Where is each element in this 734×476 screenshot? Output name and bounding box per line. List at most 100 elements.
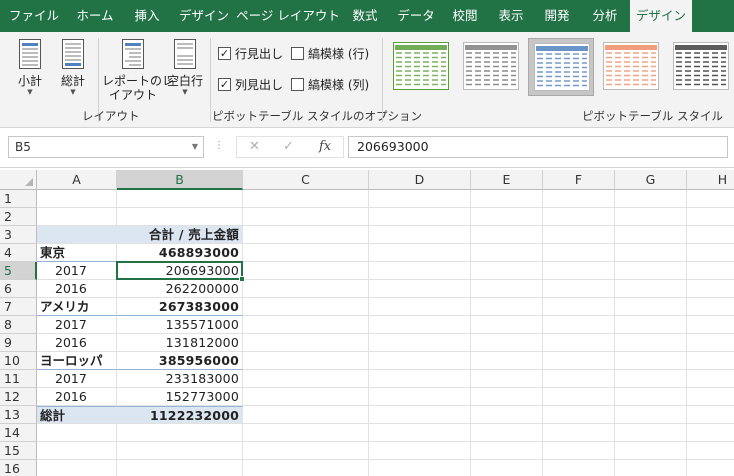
- grid-cell[interactable]: [369, 244, 471, 262]
- enter-icon[interactable]: ✓: [283, 139, 294, 154]
- row-header[interactable]: 6: [0, 280, 37, 298]
- row-header[interactable]: 16: [0, 460, 37, 476]
- grid-cell[interactable]: [687, 334, 734, 352]
- grid-cell[interactable]: [687, 280, 734, 298]
- grid-cell[interactable]: [369, 316, 471, 334]
- row-header[interactable]: 3: [0, 226, 37, 244]
- pivot-header-row-value-cell[interactable]: 合計 / 売上金額: [117, 226, 243, 244]
- tab-developer[interactable]: 開発: [534, 0, 580, 32]
- grid-cell[interactable]: [687, 226, 734, 244]
- grid-cell[interactable]: [369, 406, 471, 424]
- chevron-down-icon[interactable]: ▼: [192, 137, 198, 157]
- grid-cell[interactable]: [687, 442, 734, 460]
- grid-cell[interactable]: [369, 388, 471, 406]
- tab-formulas[interactable]: 数式: [340, 0, 390, 32]
- grid-cell[interactable]: [615, 460, 687, 476]
- grid-cell[interactable]: [243, 298, 369, 316]
- grid-cell[interactable]: [369, 280, 471, 298]
- grid-cell[interactable]: [369, 298, 471, 316]
- pivot-item-row-label-cell[interactable]: 2016: [37, 388, 117, 406]
- row-header[interactable]: 9: [0, 334, 37, 352]
- grid-cell[interactable]: [543, 460, 615, 476]
- pivot-item-row-label-cell[interactable]: 2017: [37, 370, 117, 388]
- grid-cell[interactable]: [471, 460, 543, 476]
- grid-cell[interactable]: [543, 334, 615, 352]
- grid-cell[interactable]: [615, 208, 687, 226]
- grid-cell[interactable]: [369, 208, 471, 226]
- grid-cell[interactable]: [117, 208, 243, 226]
- grid-cell[interactable]: [243, 244, 369, 262]
- grid-cell[interactable]: [243, 334, 369, 352]
- grid-cell[interactable]: [687, 460, 734, 476]
- pivot-group-row-value-cell[interactable]: 267383000: [117, 298, 243, 316]
- grid-cell[interactable]: [243, 388, 369, 406]
- grid-cell[interactable]: [37, 190, 117, 208]
- row-header[interactable]: 4: [0, 244, 37, 262]
- row-headers-checkbox[interactable]: ✓ 行見出し: [218, 45, 283, 62]
- grid-cell[interactable]: [471, 244, 543, 262]
- pivot-item-row-value-cell[interactable]: 135571000: [117, 316, 243, 334]
- banded-columns-checkbox[interactable]: 縞模様 (列): [291, 76, 369, 93]
- grid-cell[interactable]: [687, 190, 734, 208]
- column-header-b[interactable]: B: [117, 170, 243, 190]
- grid-cell[interactable]: [543, 208, 615, 226]
- grid-cell[interactable]: [471, 298, 543, 316]
- grid-cell[interactable]: [471, 442, 543, 460]
- grid-cell[interactable]: [243, 208, 369, 226]
- pivot-group-row-label-cell[interactable]: アメリカ: [37, 298, 117, 316]
- grid-cell[interactable]: [471, 208, 543, 226]
- grid-cell[interactable]: [243, 190, 369, 208]
- banded-rows-checkbox[interactable]: 縞模様 (行): [291, 45, 369, 62]
- row-header[interactable]: 1: [0, 190, 37, 208]
- pivot-grand-total-row-value-cell[interactable]: 1122232000: [117, 406, 243, 424]
- row-header[interactable]: 15: [0, 442, 37, 460]
- pivot-style-swatch[interactable]: [598, 38, 664, 96]
- column-header-d[interactable]: D: [369, 170, 471, 190]
- grid-cell[interactable]: [369, 190, 471, 208]
- grid-cell[interactable]: [615, 280, 687, 298]
- grid-cell[interactable]: [369, 442, 471, 460]
- grid-cell[interactable]: [543, 244, 615, 262]
- grid-cell[interactable]: [243, 226, 369, 244]
- row-header[interactable]: 10: [0, 352, 37, 370]
- column-header-e[interactable]: E: [471, 170, 543, 190]
- grid-cell[interactable]: [117, 442, 243, 460]
- grid-cell[interactable]: [369, 334, 471, 352]
- formula-bar-resize-handle[interactable]: ⋮: [214, 140, 225, 151]
- row-header[interactable]: 14: [0, 424, 37, 442]
- pivot-item-row-label-cell[interactable]: 2017: [37, 316, 117, 334]
- grid-cell[interactable]: [543, 316, 615, 334]
- row-header[interactable]: 11: [0, 370, 37, 388]
- grid-cell[interactable]: [471, 226, 543, 244]
- column-header-c[interactable]: C: [243, 170, 369, 190]
- column-headers-checkbox[interactable]: ✓ 列見出し: [218, 76, 283, 93]
- pivot-item-row-value-cell[interactable]: 233183000: [117, 370, 243, 388]
- tab-insert[interactable]: 挿入: [122, 0, 172, 32]
- pivot-item-row-value-cell[interactable]: 131812000: [117, 334, 243, 352]
- grid-cell[interactable]: [369, 424, 471, 442]
- grid-cell[interactable]: [37, 424, 117, 442]
- tab-pivot-design[interactable]: デザイン: [630, 0, 692, 32]
- grid-cell[interactable]: [687, 262, 734, 280]
- grid-cell[interactable]: [471, 334, 543, 352]
- grid-cell[interactable]: [687, 352, 734, 370]
- tab-design-page[interactable]: デザイン: [172, 0, 236, 32]
- grid-cell[interactable]: [243, 424, 369, 442]
- grid-cell[interactable]: [687, 370, 734, 388]
- grid-cell[interactable]: [243, 280, 369, 298]
- name-box[interactable]: B5 ▼: [8, 136, 204, 158]
- grid-cell[interactable]: [687, 244, 734, 262]
- select-all-button[interactable]: [0, 170, 37, 190]
- grid-cell[interactable]: [471, 370, 543, 388]
- cancel-icon[interactable]: ✕: [249, 139, 260, 154]
- tab-review[interactable]: 校閲: [442, 0, 488, 32]
- grid-cell[interactable]: [615, 370, 687, 388]
- grid-cell[interactable]: [117, 190, 243, 208]
- grid-cell[interactable]: [369, 262, 471, 280]
- report-layout-button[interactable]: レポートのレ イアウト: [102, 38, 174, 102]
- grid-cell[interactable]: [615, 424, 687, 442]
- grid-cell[interactable]: [615, 298, 687, 316]
- column-header-g[interactable]: G: [615, 170, 687, 190]
- grid-cell[interactable]: [615, 442, 687, 460]
- grid-cell[interactable]: [243, 352, 369, 370]
